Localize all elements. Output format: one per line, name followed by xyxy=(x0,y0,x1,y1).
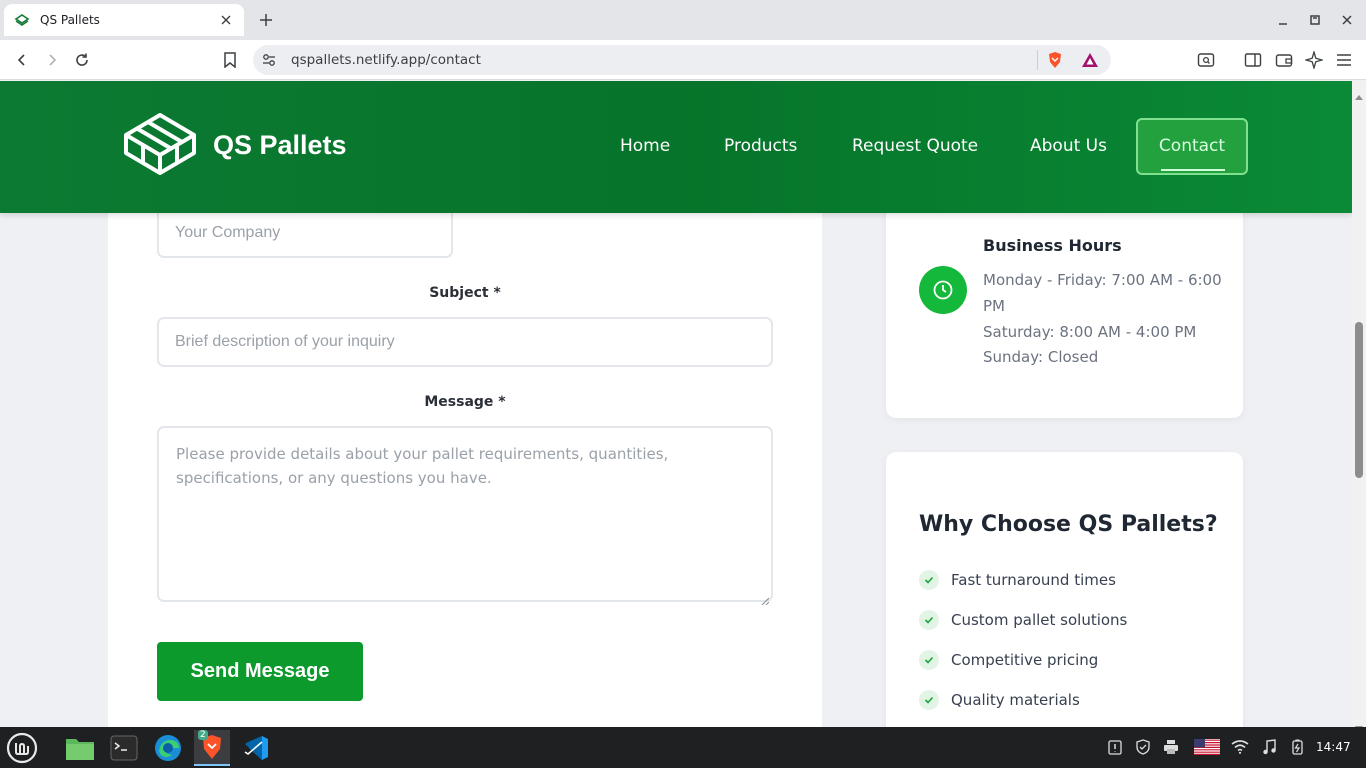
nav-home[interactable]: Home xyxy=(620,136,670,156)
list-item: Competitive pricing xyxy=(919,649,1098,671)
hours-line: PM xyxy=(983,297,1005,315)
wifi-icon[interactable] xyxy=(1231,738,1249,756)
why-item-text: Quality materials xyxy=(951,691,1080,709)
brave-shields-icon[interactable] xyxy=(1046,51,1064,69)
close-window-icon[interactable] xyxy=(1339,12,1355,28)
tab-title: QS Pallets xyxy=(40,13,100,27)
mint-menu-icon[interactable] xyxy=(4,730,40,766)
why-item-text: Custom pallet solutions xyxy=(951,611,1128,629)
vscode-icon[interactable] xyxy=(238,730,274,766)
hours-line: Monday - Friday: 7:00 AM - 6:00 xyxy=(983,271,1222,289)
hours-line: Sunday: Closed xyxy=(983,348,1099,366)
address-divider xyxy=(1037,50,1038,70)
why-item-text: Fast turnaround times xyxy=(951,571,1116,589)
send-message-button[interactable]: Send Message xyxy=(157,642,363,701)
leo-ai-icon[interactable] xyxy=(1304,50,1324,70)
list-item: Fast turnaround times xyxy=(919,569,1116,591)
message-label: Message * xyxy=(424,394,506,410)
nav-request-quote[interactable]: Request Quote xyxy=(852,136,978,156)
nav-contact-label: Contact xyxy=(1158,136,1226,156)
nav-about-us[interactable]: About Us xyxy=(1030,136,1107,156)
message-field[interactable]: Please provide details about your pallet… xyxy=(157,426,773,606)
menu-icon[interactable] xyxy=(1334,50,1354,70)
clipboard-icon[interactable] xyxy=(1106,738,1124,756)
nav-contact[interactable]: Contact xyxy=(1136,118,1248,175)
page-viewport: Your Company Subject * Brief description… xyxy=(0,81,1352,727)
pallet-logo-icon[interactable] xyxy=(122,109,198,183)
subject-placeholder: Brief description of your inquiry xyxy=(175,333,395,350)
business-hours-card: Business Hours Monday - Friday: 7:00 AM … xyxy=(886,181,1243,418)
subject-field[interactable]: Brief description of your inquiry xyxy=(157,317,773,367)
nav-products[interactable]: Products xyxy=(724,136,797,156)
brave-browser-icon[interactable]: 2 xyxy=(194,730,230,766)
hours-title: Business Hours xyxy=(983,236,1122,255)
reload-icon[interactable] xyxy=(72,50,92,70)
browser-tab[interactable]: QS Pallets xyxy=(4,4,244,36)
site-header: QS Pallets Home Products Request Quote A… xyxy=(0,81,1352,213)
taskbar: 2 14:47 xyxy=(0,727,1366,768)
company-placeholder: Your Company xyxy=(175,224,281,241)
list-item: Quality materials xyxy=(919,689,1080,711)
company-field[interactable]: Your Company xyxy=(157,207,453,258)
hours-line: Saturday: 8:00 AM - 4:00 PM xyxy=(983,323,1197,341)
list-item: Custom pallet solutions xyxy=(919,609,1127,631)
clock[interactable]: 14:47 xyxy=(1316,740,1351,754)
resize-grip-icon[interactable] xyxy=(761,590,770,606)
battery-icon[interactable] xyxy=(1288,738,1306,756)
maximize-icon[interactable] xyxy=(1307,12,1323,28)
address-url: qspallets.netlify.app/contact xyxy=(291,52,481,68)
pallet-favicon-icon xyxy=(14,12,30,28)
reader-mode-icon[interactable] xyxy=(1196,50,1216,70)
check-icon xyxy=(919,690,939,710)
why-choose-card: Why Choose QS Pallets? Fast turnaround t… xyxy=(886,452,1243,727)
address-bar[interactable]: qspallets.netlify.app/contact xyxy=(253,45,1111,75)
music-note-icon[interactable] xyxy=(1260,738,1278,756)
window-count-badge: 2 xyxy=(198,730,208,740)
sidebar-icon[interactable] xyxy=(1243,50,1263,70)
new-tab-button[interactable] xyxy=(256,10,276,30)
brave-rewards-icon[interactable] xyxy=(1081,51,1099,69)
page-scrollbar[interactable] xyxy=(1352,81,1366,731)
close-tab-icon[interactable] xyxy=(218,12,234,28)
us-flag-keyboard-icon[interactable] xyxy=(1194,738,1220,756)
why-title: Why Choose QS Pallets? xyxy=(919,512,1218,537)
brand-name[interactable]: QS Pallets xyxy=(213,130,347,161)
back-icon[interactable] xyxy=(12,50,32,70)
bookmark-icon[interactable] xyxy=(220,50,240,70)
check-icon xyxy=(919,570,939,590)
clock-icon xyxy=(919,266,967,314)
files-icon[interactable] xyxy=(62,730,98,766)
terminal-icon[interactable] xyxy=(106,730,142,766)
active-nav-underline xyxy=(1161,169,1225,171)
message-placeholder: Please provide details about your pallet… xyxy=(176,445,669,487)
edge-browser-icon[interactable] xyxy=(150,730,186,766)
check-icon xyxy=(919,610,939,630)
tab-strip: QS Pallets xyxy=(0,0,1366,40)
subject-label: Subject * xyxy=(429,285,501,301)
why-item-text: Competitive pricing xyxy=(951,651,1099,669)
scroll-down-icon[interactable] xyxy=(1355,717,1363,731)
forward-icon[interactable] xyxy=(42,50,62,70)
check-icon xyxy=(919,650,939,670)
shield-icon[interactable] xyxy=(1134,738,1152,756)
site-settings-icon[interactable] xyxy=(261,52,277,68)
printer-icon[interactable] xyxy=(1162,738,1180,756)
minimize-icon[interactable] xyxy=(1275,12,1291,28)
scroll-up-icon[interactable] xyxy=(1355,85,1363,100)
scroll-thumb[interactable] xyxy=(1355,322,1363,478)
wallet-icon[interactable] xyxy=(1274,50,1294,70)
